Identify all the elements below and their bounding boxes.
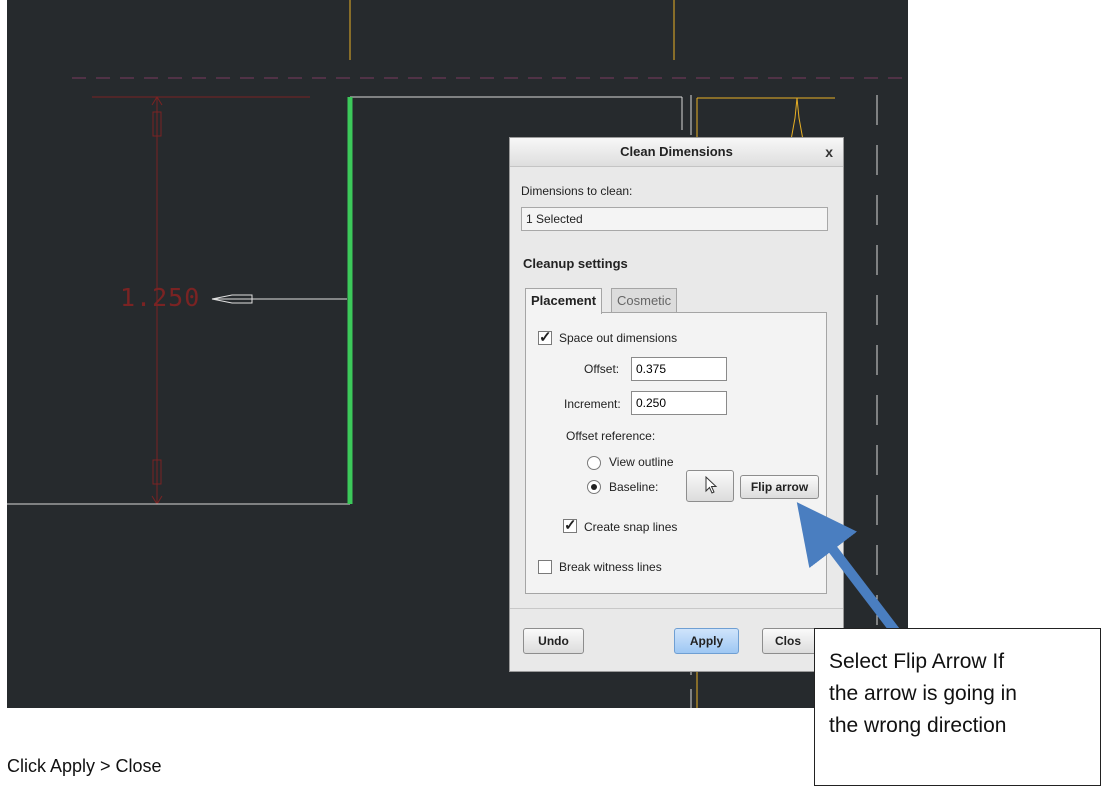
cursor-arrow-icon [705,475,718,494]
footer-divider [510,608,843,609]
callout-line-3: the wrong direction [829,714,1007,737]
offset-reference-label: Offset reference: [566,429,656,443]
cleanup-settings-title: Cleanup settings [523,256,628,271]
callout-box: Select Flip Arrow If the arrow is going … [814,628,1101,786]
close-icon[interactable]: x [825,138,833,166]
placement-panel: ✓ Space out dimensions Offset: Increment… [525,312,827,594]
offset-input[interactable] [631,357,727,381]
select-reference-button[interactable] [686,470,734,502]
increment-input[interactable] [631,391,727,415]
callout-line-1: Select Flip Arrow If [829,650,1005,673]
tab-placement[interactable]: Placement [525,288,603,314]
snap-lines-checkbox[interactable]: ✓ [563,518,577,533]
dims-selection-field[interactable]: 1 Selected [521,207,828,231]
baseline-label: Baseline: [609,480,659,494]
increment-label: Increment: [564,397,621,411]
baseline-radio[interactable] [587,480,601,494]
space-out-label: Space out dimensions [559,331,678,345]
apply-button[interactable]: Apply [674,628,739,654]
flip-arrow-button[interactable]: Flip arrow [740,475,819,499]
callout-line-2: the arrow is going in [829,682,1017,705]
dialog-title: Clean Dimensions [620,144,733,159]
tab-cosmetic[interactable]: Cosmetic [611,288,678,312]
snap-lines-label: Create snap lines [584,520,678,534]
dimension-value[interactable]: 1.250 [120,283,200,312]
dialog-titlebar[interactable]: Clean Dimensions x [510,138,843,167]
view-outline-radio[interactable] [587,456,601,470]
instruction-caption: Click Apply > Close [7,756,162,776]
clean-dimensions-dialog: Clean Dimensions x Dimensions to clean: … [509,137,844,672]
undo-button[interactable]: Undo [523,628,584,654]
dims-to-clean-label: Dimensions to clean: [521,184,633,198]
break-witness-label: Break witness lines [559,560,662,574]
space-out-checkbox[interactable]: ✓ [538,330,552,345]
view-outline-label: View outline [609,455,674,469]
offset-label: Offset: [584,362,620,376]
break-witness-checkbox[interactable] [538,560,552,574]
